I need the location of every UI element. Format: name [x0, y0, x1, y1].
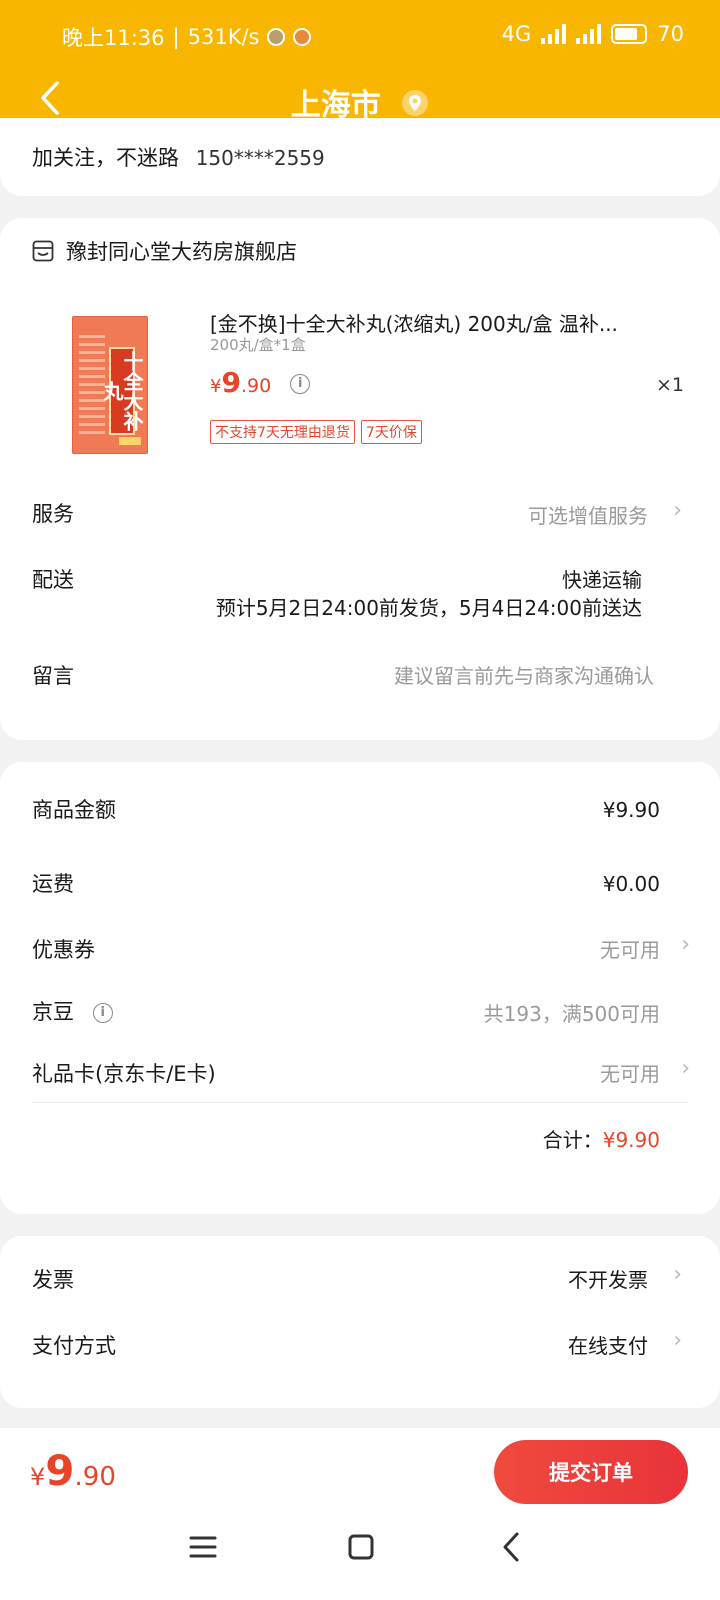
chevron-right-icon: › [673, 1328, 682, 1353]
home-button[interactable] [346, 1532, 376, 1566]
delivery-method: 快递运输 [562, 568, 642, 592]
total-value: ¥9.90 [602, 1128, 660, 1152]
shop-name[interactable]: 豫封同心堂大药房旗舰店 [66, 236, 297, 266]
product-image-label: 十全大补丸 [100, 347, 144, 435]
shop-icon [32, 240, 54, 266]
chevron-right-icon: › [681, 932, 690, 957]
invoice-payment-card: 发票 不开发票 › 支付方式 在线支付 › [0, 1236, 720, 1408]
order-item-card: 豫封同心堂大药房旗舰店 十全大补丸 [金不换]十全大补丸(浓缩丸) 200丸/盒… [0, 218, 720, 740]
signal-icon-2 [576, 24, 602, 44]
network-label: 4G [501, 22, 532, 46]
product-image[interactable]: 十全大补丸 [72, 316, 148, 454]
status-time: 晚上11:36 [62, 26, 165, 50]
submit-order-button[interactable]: 提交订单 [494, 1440, 688, 1504]
message-input[interactable]: 建议留言前先与商家沟通确认 [394, 660, 654, 689]
product-tags: 不支持7天无理由退货 7天价保 [210, 420, 428, 444]
product-quantity: ×1 [655, 374, 684, 396]
price-protect-tag: 7天价保 [360, 420, 422, 444]
battery-icon [611, 24, 648, 44]
signal-icon [541, 24, 567, 44]
menu-icon [189, 1536, 217, 1558]
battery-level: 70 [657, 22, 684, 46]
chevron-right-icon: › [681, 1056, 690, 1081]
divider [32, 1102, 688, 1103]
chevron-right-icon: › [673, 1262, 682, 1287]
menu-button[interactable] [188, 1534, 218, 1564]
system-back-button[interactable] [500, 1530, 522, 1568]
delivery-estimate: 预计5月2日24:00前发货，5月4日24:00前送达 [215, 596, 642, 620]
follow-card: 加关注，不迷路 150****2559 [0, 118, 720, 196]
status-bar: 晚上11:36 | 531K/s 4G 70 [62, 22, 684, 50]
checkout-bar: ¥9.90 提交订单 [0, 1428, 720, 1600]
chevron-right-icon: › [673, 498, 682, 523]
product-price: ¥9.90 i [210, 366, 311, 399]
amount-card: 商品金额 ¥9.90 运费 ¥0.00 优惠券 无可用 › 京豆 i 共193，… [0, 762, 720, 1214]
total-row: 合计：¥9.90 [542, 1128, 660, 1152]
product-spec: 200丸/盒*1盒 [210, 336, 306, 354]
status-speed: 531K/s [187, 25, 260, 49]
home-icon [348, 1534, 374, 1560]
nav-row: 上海市 [0, 72, 720, 124]
back-arrow-icon [503, 1532, 519, 1562]
phone-number: 150****2559 [195, 146, 325, 170]
notification-icon [267, 28, 286, 46]
app-notification-icon [293, 28, 312, 46]
product-title[interactable]: [金不换]十全大补丸(浓缩丸) 200丸/盒 温补... [210, 308, 680, 337]
bottom-price: ¥9.90 [30, 1446, 116, 1495]
no-return-tag: 不支持7天无理由退货 [210, 420, 355, 444]
follow-text: 加关注，不迷路 [32, 146, 179, 170]
jingdou-info-icon[interactable]: i [92, 1003, 113, 1023]
price-info-icon[interactable]: i [290, 373, 311, 394]
system-nav-bar [0, 1516, 720, 1600]
